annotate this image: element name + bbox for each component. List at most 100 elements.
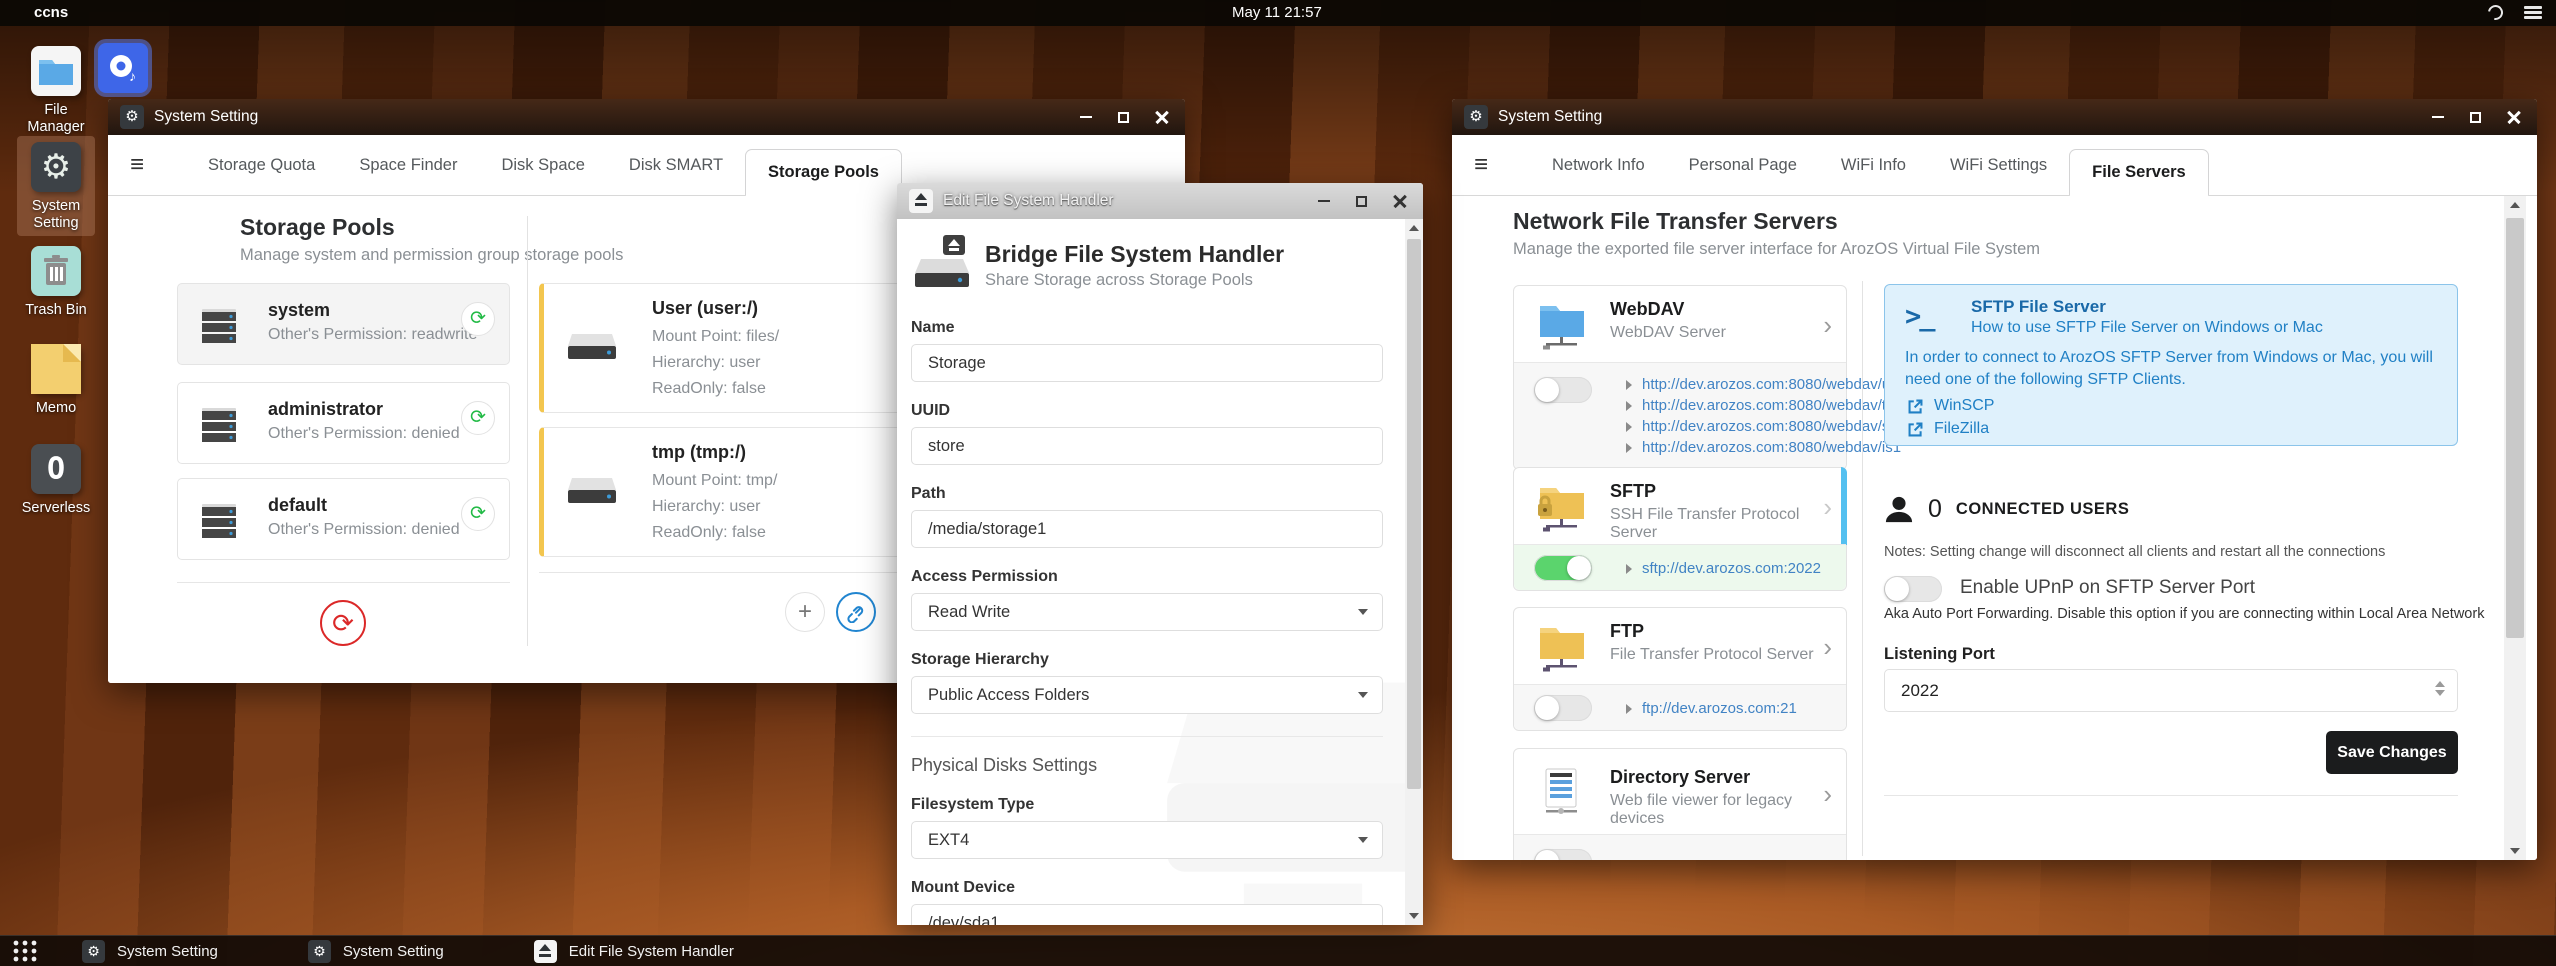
- tab-disk-smart[interactable]: Disk SMART: [607, 135, 745, 196]
- connected-users-row: 0 CONNECTED USERS: [1884, 492, 2129, 526]
- tab-disk-space[interactable]: Disk Space: [479, 135, 606, 196]
- server-card-ftp[interactable]: FTP File Transfer Protocol Server › ftp:…: [1513, 607, 1847, 731]
- pool-card-default[interactable]: default Other's Permission: denied ⟳: [177, 478, 510, 560]
- desktop-icon-label: System Setting: [31, 198, 81, 231]
- webdav-link[interactable]: http://dev.arozos.com:8080/webdav/user: [1642, 376, 1911, 393]
- ftp-toggle[interactable]: [1534, 694, 1592, 721]
- server-desc: SSH File Transfer Protocol Server: [1610, 506, 1800, 541]
- path-input[interactable]: [911, 510, 1383, 548]
- tab-menu-icon[interactable]: ≡: [130, 151, 144, 179]
- scrollbar-thumb[interactable]: [1407, 239, 1421, 789]
- window-title: Edit File System Handler: [943, 192, 1114, 209]
- filesystem-type-select[interactable]: EXT4: [911, 821, 1383, 859]
- mount-readonly: ReadOnly: false: [652, 524, 766, 541]
- desktop-icon-trash-bin[interactable]: Trash Bin: [17, 246, 95, 319]
- tab-wifi-settings[interactable]: WiFi Settings: [1928, 135, 2069, 196]
- scroll-down-icon[interactable]: [2504, 842, 2526, 860]
- server-card-webdav[interactable]: WebDAV WebDAV Server › http://dev.arozos…: [1513, 285, 1915, 470]
- scrollbar-thumb[interactable]: [2506, 218, 2524, 638]
- connected-users-label: CONNECTED USERS: [1955, 499, 2130, 518]
- add-mount-button[interactable]: +: [785, 592, 825, 632]
- tab-file-servers[interactable]: File Servers: [2069, 149, 2209, 197]
- taskbar-item-system-setting-1[interactable]: ⚙ System Setting: [82, 939, 218, 963]
- save-changes-button[interactable]: Save Changes: [2326, 731, 2458, 774]
- close-button[interactable]: [2507, 110, 2521, 124]
- sftp-folder-lock-icon: [1536, 482, 1588, 537]
- maximize-button[interactable]: [1118, 111, 1129, 123]
- client-link-winscp[interactable]: WinSCP: [1934, 397, 1994, 415]
- scroll-up-icon[interactable]: [1405, 219, 1423, 237]
- scroll-down-icon[interactable]: [1405, 907, 1423, 925]
- minimize-button[interactable]: [1318, 199, 1330, 203]
- tab-personal-page[interactable]: Personal Page: [1667, 135, 1819, 196]
- pool-card-system[interactable]: system Other's Permission: readwrite ⟳: [177, 283, 510, 365]
- titlebar-edit-window[interactable]: Edit File System Handler: [897, 183, 1423, 219]
- taskbar-item-edit-fsh[interactable]: Edit File System Handler: [533, 939, 734, 963]
- name-input[interactable]: [911, 344, 1383, 382]
- minimize-button[interactable]: [2432, 115, 2444, 119]
- desktop-icon-music[interactable]: ♪: [91, 43, 155, 93]
- close-button[interactable]: [1393, 194, 1407, 208]
- chevron-right-icon[interactable]: ›: [1823, 779, 1832, 810]
- pool-card-administrator[interactable]: administrator Other's Permission: denied…: [177, 382, 510, 464]
- tab-storage-pools[interactable]: Storage Pools: [745, 149, 902, 197]
- tab-storage-quota[interactable]: Storage Quota: [186, 135, 337, 196]
- sftp-toggle[interactable]: [1534, 554, 1592, 581]
- scrollbar[interactable]: [1405, 219, 1423, 925]
- ftp-folder-icon: [1536, 622, 1588, 677]
- titlebar-servers-window[interactable]: ⚙ System Setting: [1452, 99, 2537, 135]
- desktop-icon-system-setting[interactable]: ⚙ System Setting: [17, 136, 95, 236]
- column-divider: [1862, 281, 1863, 856]
- desktop-icon-serverless[interactable]: O Serverless: [17, 444, 95, 517]
- sftp-link[interactable]: sftp://dev.arozos.com:2022: [1642, 560, 1821, 577]
- scrollbar[interactable]: [2504, 196, 2526, 860]
- minimize-button[interactable]: [1080, 115, 1092, 119]
- gear-icon: ⚙: [31, 142, 81, 192]
- number-spinner[interactable]: [2433, 678, 2447, 699]
- desktop-icon-file-manager[interactable]: File Manager: [17, 46, 95, 136]
- pool-permission: Other's Permission: denied: [268, 425, 460, 442]
- listening-port-input[interactable]: [1885, 670, 2385, 711]
- external-link-icon: [1908, 422, 1923, 436]
- mount-name: tmp (tmp:/): [652, 442, 746, 462]
- storage-hierarchy-select[interactable]: Public Access Folders: [911, 676, 1383, 714]
- webdav-settings-strip: http://dev.arozos.com:8080/webdav/user h…: [1514, 362, 1915, 469]
- chevron-right-icon[interactable]: ›: [1823, 492, 1832, 523]
- desktop-icon-memo[interactable]: Memo: [17, 344, 95, 417]
- webdav-toggle[interactable]: [1534, 377, 1592, 403]
- tab-wifi-info[interactable]: WiFi Info: [1819, 135, 1928, 196]
- client-link-filezilla[interactable]: FileZilla: [1934, 420, 1989, 438]
- server-name: WebDAV: [1610, 299, 1685, 319]
- server-card-directory[interactable]: Directory Server Web file viewer for leg…: [1513, 748, 1847, 860]
- directory-toggle[interactable]: [1534, 849, 1592, 860]
- access-permission-select[interactable]: Read Write: [911, 593, 1383, 631]
- chevron-right-icon[interactable]: ›: [1823, 310, 1832, 341]
- refresh-pools-button[interactable]: ⟳: [320, 600, 366, 646]
- upnp-toggle[interactable]: [1884, 576, 1942, 602]
- topbar-menu-icon[interactable]: [2524, 6, 2542, 20]
- pool-name: default: [268, 495, 328, 515]
- window-title: System Setting: [154, 108, 259, 125]
- webdav-link[interactable]: http://dev.arozos.com:8080/webdav/tmp: [1642, 397, 1907, 414]
- ftp-link[interactable]: ftp://dev.arozos.com:21: [1642, 700, 1797, 717]
- uuid-input[interactable]: [911, 427, 1383, 465]
- bridge-link-button[interactable]: [836, 592, 876, 632]
- pool-sync-button[interactable]: ⟳: [461, 302, 495, 336]
- pool-sync-button[interactable]: ⟳: [461, 497, 495, 531]
- mount-device-input[interactable]: [911, 904, 1383, 925]
- webdav-link[interactable]: http://dev.arozos.com:8080/webdav/store: [1642, 418, 1915, 435]
- loading-spinner-icon[interactable]: [2485, 2, 2506, 23]
- scroll-up-icon[interactable]: [2504, 196, 2526, 214]
- app-launcher-icon[interactable]: [12, 938, 38, 964]
- titlebar-storage-window[interactable]: ⚙ System Setting: [108, 99, 1185, 135]
- tab-network-info[interactable]: Network Info: [1530, 135, 1667, 196]
- taskbar-item-system-setting-2[interactable]: ⚙ System Setting: [307, 939, 444, 963]
- maximize-button[interactable]: [1356, 195, 1367, 207]
- maximize-button[interactable]: [2470, 111, 2481, 123]
- tab-menu-icon[interactable]: ≡: [1474, 151, 1488, 179]
- pool-sync-button[interactable]: ⟳: [461, 401, 495, 435]
- tab-space-finder[interactable]: Space Finder: [337, 135, 479, 196]
- close-button[interactable]: [1155, 110, 1169, 124]
- server-card-sftp[interactable]: SFTP SSH File Transfer Protocol Server ›…: [1513, 467, 1847, 591]
- chevron-right-icon[interactable]: ›: [1823, 632, 1832, 663]
